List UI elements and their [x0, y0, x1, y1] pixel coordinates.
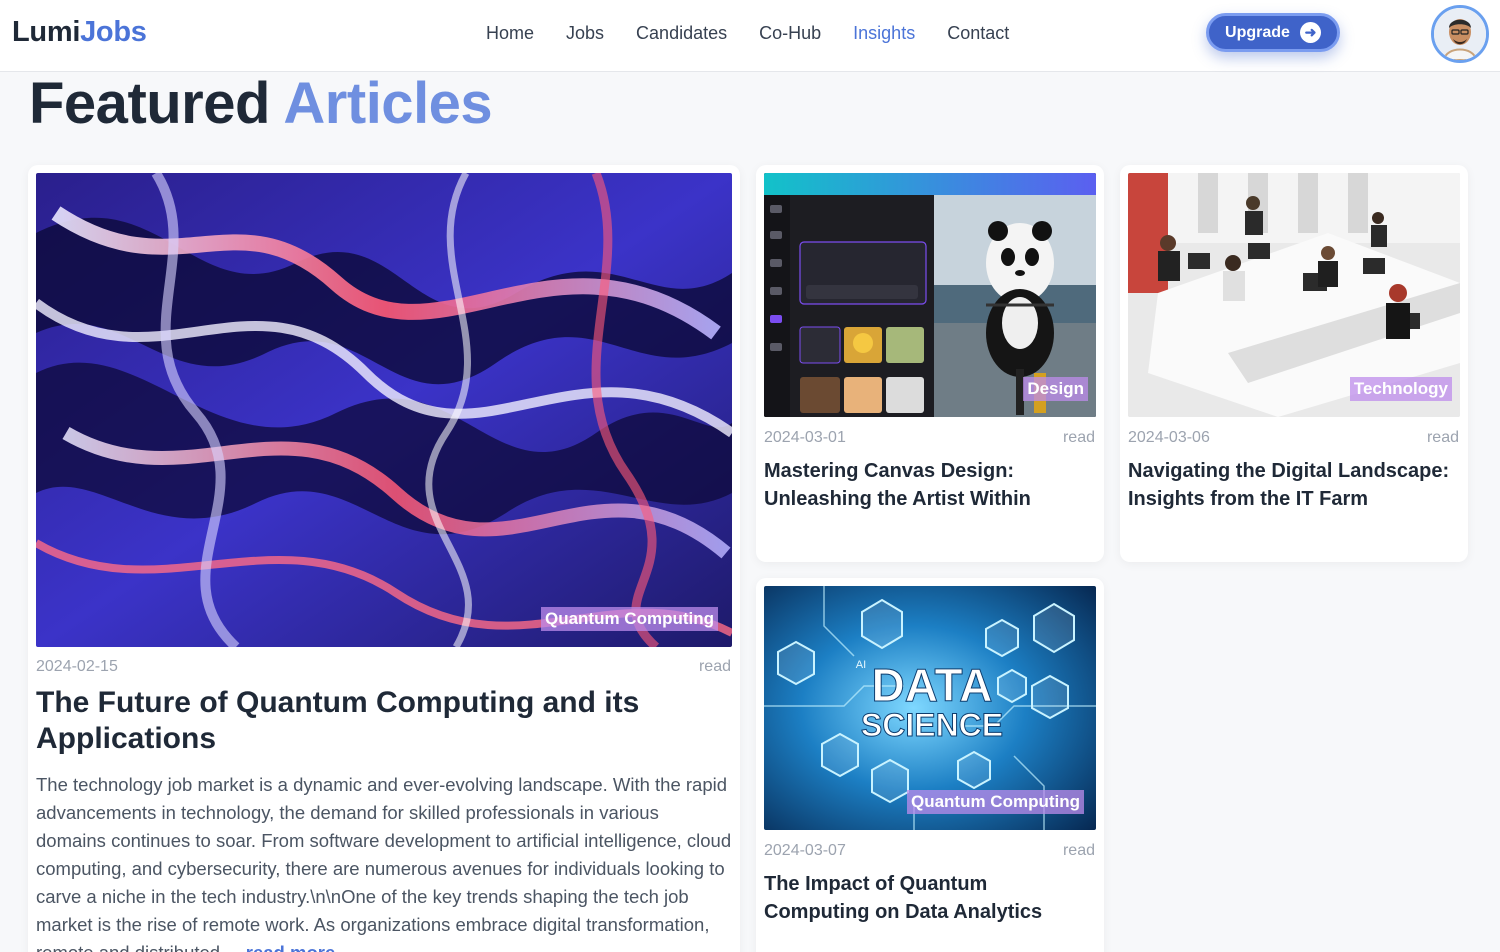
article-title: The Future of Quantum Computing and its … [36, 686, 640, 755]
nav-jobs[interactable]: Jobs [550, 22, 620, 44]
article-card-featured[interactable]: Quantum Computing 2024-02-15 read The Fu… [28, 165, 740, 952]
article-date: 2024-03-01 [764, 429, 846, 446]
abstract-fluid-image [36, 173, 732, 647]
article-excerpt-text: The technology job market is a dynamic a… [36, 774, 732, 952]
article-date: 2024-02-15 [36, 658, 118, 675]
category-tag: Quantum Computing [906, 790, 1084, 814]
article-excerpt: The technology job market is a dynamic a… [36, 771, 732, 952]
article-image: Quantum Computing [36, 173, 732, 647]
page-title: Featured Articles [29, 70, 493, 137]
user-avatar[interactable] [1431, 5, 1489, 63]
top-navbar: LumiJobs Home Jobs Candidates Co-Hub Ins… [0, 0, 1500, 72]
read-label: read [1426, 429, 1459, 446]
article-card[interactable]: Design 2024-03-01 read Mastering Canvas … [756, 165, 1104, 562]
read-label: read [698, 658, 731, 675]
brand-logo-part2: Jobs [80, 16, 147, 48]
article-image: DATA SCIENCE AI Quantum Computing [764, 586, 1096, 830]
article-card[interactable]: DATA SCIENCE AI Quantum Computing 2024-0… [756, 578, 1104, 952]
arrow-right-icon: ➜ [1299, 22, 1321, 43]
nav-home[interactable]: Home [470, 22, 550, 44]
article-title: The Impact of Quantum Computing on Data … [764, 873, 1043, 923]
article-date: 2024-03-07 [764, 842, 846, 859]
nav-contact[interactable]: Contact [931, 22, 1025, 44]
page-title-part2: Articles [283, 71, 493, 136]
avatar-image [1434, 8, 1486, 60]
read-label: read [1062, 429, 1095, 446]
main-nav: Home Jobs Candidates Co-Hub Insights Con… [470, 22, 1025, 44]
nav-co-hub[interactable]: Co-Hub [743, 22, 837, 44]
category-tag: Quantum Computing [540, 607, 718, 631]
article-image: Design [764, 173, 1096, 417]
upgrade-label: Upgrade [1225, 23, 1290, 41]
article-title: Navigating the Digital Landscape: Insigh… [1128, 460, 1450, 510]
brand-logo-part1: Lumi [12, 16, 81, 48]
brand-logo[interactable]: LumiJobs [12, 16, 147, 49]
image-badge: AI [856, 659, 866, 671]
image-headline-1: DATA [872, 659, 993, 711]
nav-insights[interactable]: Insights [837, 22, 931, 44]
image-headline-2: SCIENCE [861, 707, 1003, 743]
article-image: Technology [1128, 173, 1460, 417]
category-tag: Technology [1349, 377, 1452, 401]
upgrade-button[interactable]: Upgrade ➜ [1206, 13, 1340, 52]
nav-candidates[interactable]: Candidates [620, 22, 743, 44]
read-label: read [1062, 842, 1095, 859]
category-tag: Design [1023, 377, 1088, 401]
article-card[interactable]: Technology 2024-03-06 read Navigating th… [1120, 165, 1468, 562]
page-title-part1: Featured [29, 71, 270, 136]
read-more-link[interactable]: read more [246, 942, 335, 952]
article-date: 2024-03-06 [1128, 429, 1210, 446]
article-title: Mastering Canvas Design: Unleashing the … [764, 460, 1031, 510]
